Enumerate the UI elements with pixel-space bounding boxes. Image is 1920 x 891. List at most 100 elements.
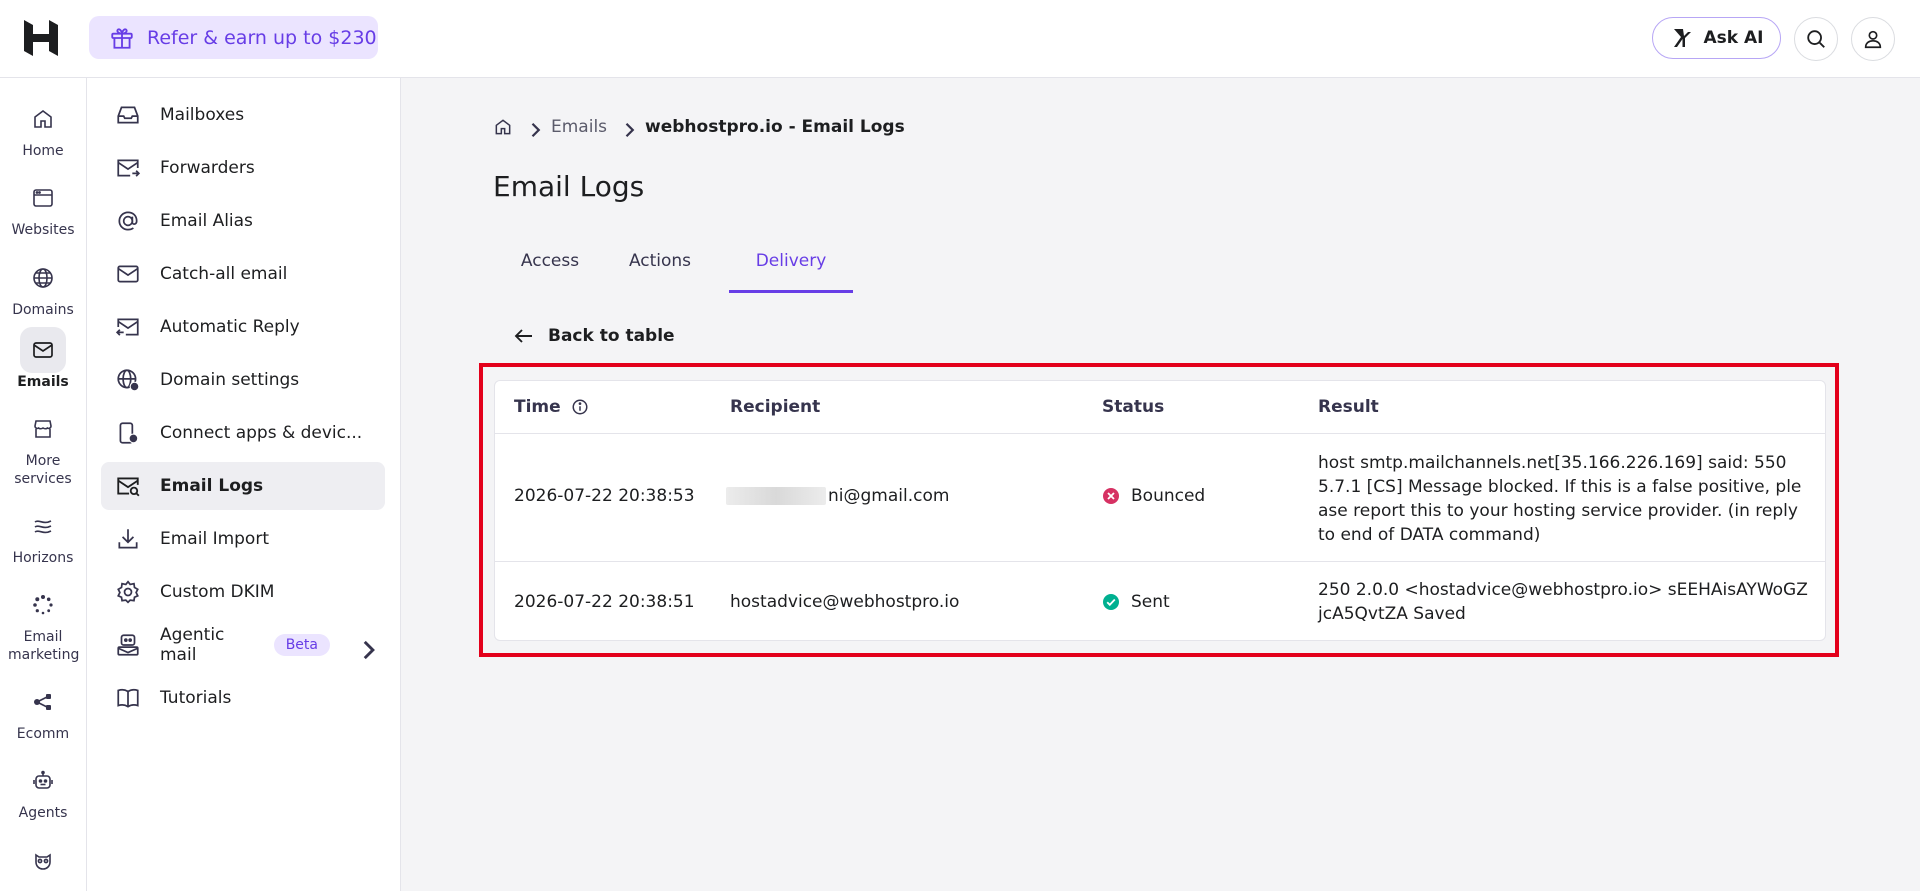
sidebar-item-label: Connect apps & devic...: [160, 423, 363, 443]
search-button[interactable]: [1794, 17, 1838, 61]
rail-item-label: Agents: [18, 805, 68, 821]
rail-item-ecomm[interactable]: Ecomm: [0, 679, 86, 743]
rail-item-owl[interactable]: [0, 838, 86, 884]
rail-item-label: Horizons: [12, 550, 74, 566]
tab-actions[interactable]: Actions: [607, 230, 713, 372]
store-icon: [20, 406, 66, 452]
redacted-mask: [726, 487, 826, 505]
sidebar-item-label: Custom DKIM: [160, 582, 275, 602]
tab-delivery[interactable]: Delivery: [729, 230, 853, 372]
sidebar-item-label: Email Import: [160, 529, 269, 549]
status-label: Bounced: [1131, 486, 1206, 506]
sidebar-item-label: Agentic mail: [160, 625, 225, 665]
rail-item-domains[interactable]: Domains: [0, 255, 86, 319]
sidebar-item-forwarders[interactable]: Forwarders: [101, 144, 385, 192]
home-icon[interactable]: [493, 117, 513, 137]
column-time[interactable]: Time: [514, 397, 589, 417]
sidebar-item-domain-settings[interactable]: Domain settings: [101, 356, 385, 404]
column-time-label: Time: [514, 397, 561, 417]
table-row: 2026-07-22 20:38:53 ni@gmail.com Bounced…: [495, 434, 1825, 562]
rail-item-horizons[interactable]: Horizons: [0, 503, 86, 567]
arrow-left-icon: [512, 324, 536, 348]
sidebar-item-label: Tutorials: [160, 688, 232, 708]
refer-earn-button[interactable]: Refer & earn up to $230: [89, 16, 378, 59]
back-to-table-label: Back to table: [548, 326, 675, 346]
browser-icon: [20, 175, 66, 221]
home-icon: [20, 96, 66, 142]
primary-nav-rail: Home Websites Domains Emails More servic…: [0, 78, 87, 891]
rail-item-more-services[interactable]: More services: [0, 406, 86, 488]
sidebar-item-label: Automatic Reply: [160, 317, 300, 337]
active-tab-indicator: [729, 290, 853, 293]
robot-icon: [20, 758, 66, 804]
tab-access[interactable]: Access: [493, 230, 607, 372]
mail-icon: [20, 327, 66, 373]
rail-item-websites[interactable]: Websites: [0, 175, 86, 239]
sidebar-item-custom-dkim[interactable]: Custom DKIM: [101, 568, 385, 616]
rail-item-label: Ecomm: [16, 726, 70, 742]
main-content: Emails webhostpro.io - Email Logs Email …: [401, 78, 1920, 891]
cell-recipient: hostadvice@webhostpro.io: [730, 592, 960, 612]
user-icon: [1862, 28, 1884, 50]
sidebar-item-label: Catch-all email: [160, 264, 288, 284]
table-header: Time Recipient Status Result: [495, 381, 1825, 434]
sidebar-item-label: Email Logs: [160, 476, 264, 496]
ask-ai-label: Ask AI: [1703, 28, 1764, 48]
back-to-table-button[interactable]: Back to table: [512, 324, 675, 348]
phone-link-icon: [115, 420, 141, 446]
owl-icon: [20, 838, 66, 884]
check-circle-icon: [1102, 593, 1120, 611]
sidebar-item-email-logs[interactable]: Email Logs: [101, 462, 385, 510]
hostinger-logo-icon[interactable]: [24, 20, 58, 56]
status-label: Sent: [1131, 592, 1170, 612]
sidebar-item-tutorials[interactable]: Tutorials: [101, 674, 385, 722]
rail-item-agents[interactable]: Agents: [0, 758, 86, 822]
spinner-icon: [20, 582, 66, 628]
share-nodes-icon: [20, 679, 66, 725]
sidebar-item-email-import[interactable]: Email Import: [101, 515, 385, 563]
sidebar-item-agentic-mail[interactable]: Agentic mail Beta: [101, 621, 385, 669]
rail-item-label: Domains: [12, 302, 74, 318]
search-icon: [1805, 28, 1827, 50]
sidebar-item-automatic-reply[interactable]: Automatic Reply: [101, 303, 385, 351]
sparkle-icon: [1670, 26, 1694, 50]
envelope-icon: [115, 261, 141, 287]
cell-recipient: ni@gmail.com: [726, 486, 949, 506]
refer-earn-label: Refer & earn up to $230: [147, 26, 377, 49]
rail-item-home[interactable]: Home: [0, 96, 86, 160]
email-sidebar: Mailboxes Forwarders Email Alias Catch-a…: [87, 78, 401, 891]
rail-item-emails[interactable]: Emails: [0, 327, 86, 391]
gear-icon: [115, 579, 141, 605]
rail-item-label: Emails: [17, 374, 69, 390]
cell-status: Bounced: [1102, 486, 1205, 506]
chevron-right-icon: [525, 120, 541, 138]
column-status: Status: [1102, 397, 1165, 417]
sidebar-item-mailboxes[interactable]: Mailboxes: [101, 91, 385, 139]
column-result: Result: [1318, 397, 1379, 417]
book-icon: [115, 685, 141, 711]
forward-mail-icon: [115, 155, 141, 181]
rail-item-label: Email marketing: [8, 629, 80, 663]
rail-item-label: More services: [14, 453, 72, 487]
breadcrumb-emails-link[interactable]: Emails: [551, 117, 607, 137]
globe-icon: [20, 255, 66, 301]
breadcrumb: Emails webhostpro.io - Email Logs: [493, 116, 905, 138]
account-button[interactable]: [1851, 17, 1895, 61]
sidebar-item-label: Forwarders: [160, 158, 255, 178]
sidebar-item-label: Email Alias: [160, 211, 253, 231]
ask-ai-button[interactable]: Ask AI: [1652, 17, 1781, 59]
reply-mail-icon: [115, 314, 141, 340]
recipient-text: ni@gmail.com: [828, 486, 950, 506]
at-sign-icon: [115, 208, 141, 234]
info-icon[interactable]: [571, 398, 589, 416]
inbox-icon: [115, 102, 141, 128]
mail-search-icon: [115, 473, 141, 499]
download-icon: [115, 526, 141, 552]
sidebar-item-email-alias[interactable]: Email Alias: [101, 197, 385, 245]
sidebar-item-connect-apps[interactable]: Connect apps & devic...: [101, 409, 385, 457]
table-row: 2026-07-22 20:38:51 hostadvice@webhostpr…: [495, 562, 1825, 640]
agent-mail-icon: [115, 632, 141, 658]
rail-item-email-marketing[interactable]: Email marketing: [0, 582, 86, 664]
sidebar-item-catch-all[interactable]: Catch-all email: [101, 250, 385, 298]
cell-result: 250 2.0.0 <hostadvice@webhostpro.io> sEE…: [1318, 580, 1808, 624]
